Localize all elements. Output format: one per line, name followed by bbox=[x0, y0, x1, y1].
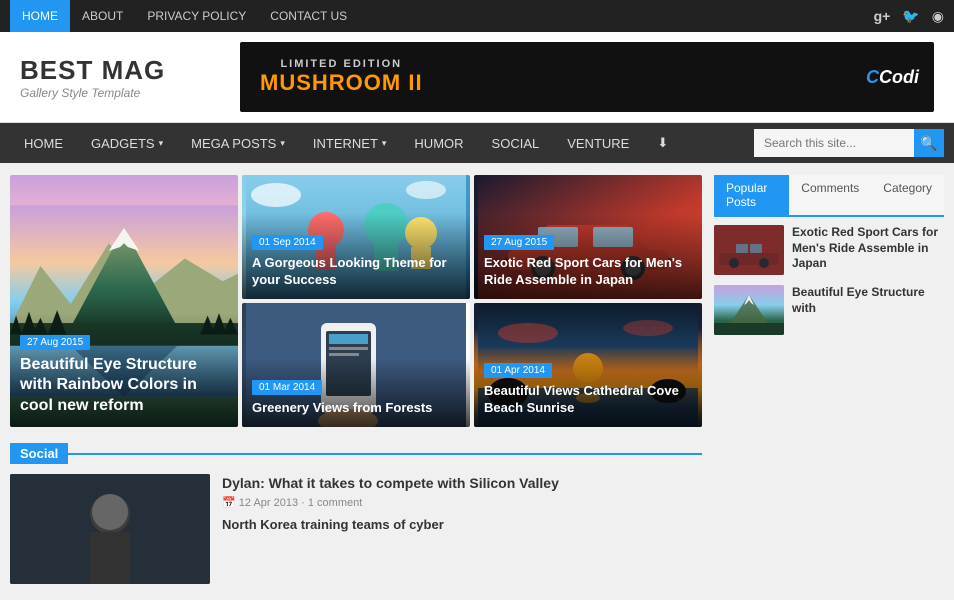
nav-download[interactable]: ⬇ bbox=[643, 123, 682, 163]
mega-posts-dropdown-arrow: ▾ bbox=[280, 138, 285, 149]
banner-line1: LIMITED EDITION bbox=[260, 58, 423, 70]
top-nav-social:  g+ 🐦 ◉ bbox=[862, 8, 944, 25]
site-header: BEST MAG Gallery Style Template LIMITED … bbox=[0, 32, 954, 123]
social-section-label: Social bbox=[10, 443, 68, 464]
featured-post-toys[interactable]: 01 Sep 2014 A Gorgeous Looking Theme for… bbox=[242, 175, 470, 299]
sidebar-post-1-title: Exotic Red Sport Cars for Men's Ride Ass… bbox=[792, 225, 944, 272]
top-nav-contact[interactable]: CONTACT US bbox=[258, 0, 359, 32]
social-post-list: Dylan: What it takes to compete with Sil… bbox=[222, 474, 702, 584]
beach-post-overlay: 01 Apr 2014 Beautiful Views Cathedral Co… bbox=[474, 341, 702, 427]
sidebar-post-2-thumb bbox=[714, 285, 784, 335]
top-nav-home[interactable]: HOME bbox=[10, 0, 70, 32]
social-post-1-title[interactable]: Dylan: What it takes to compete with Sil… bbox=[222, 474, 702, 492]
tab-comments[interactable]: Comments bbox=[789, 175, 871, 215]
top-nav-links: HOME ABOUT PRIVACY POLICY CONTACT US bbox=[10, 0, 359, 32]
gadgets-dropdown-arrow: ▾ bbox=[159, 138, 164, 149]
googleplus-icon[interactable]: g+ bbox=[874, 8, 891, 24]
top-nav-about[interactable]: ABOUT bbox=[70, 0, 135, 32]
nav-menu: HOME GADGETS ▾ MEGA POSTS ▾ INTERNET ▾ H… bbox=[10, 123, 754, 163]
search-input[interactable] bbox=[754, 129, 914, 157]
top-navigation: HOME ABOUT PRIVACY POLICY CONTACT US  g… bbox=[0, 0, 954, 32]
nav-venture[interactable]: VENTURE bbox=[553, 123, 643, 163]
sidebar: Popular Posts Comments Category Exotic R… bbox=[714, 175, 944, 584]
toys-post-title: A Gorgeous Looking Theme for your Succes… bbox=[252, 255, 460, 289]
phone-post-overlay: 01 Mar 2014 Greenery Views from Forests bbox=[242, 358, 470, 427]
beach-post-date: 01 Apr 2014 bbox=[484, 363, 552, 378]
tab-category[interactable]: Category bbox=[871, 175, 944, 215]
featured-grid: 27 Aug 2015 Beautiful Eye Structure with… bbox=[10, 175, 702, 427]
site-title: BEST MAG bbox=[20, 55, 220, 86]
toys-post-date: 01 Sep 2014 bbox=[252, 235, 323, 250]
rss-icon[interactable]: ◉ bbox=[932, 8, 944, 25]
sidebar-tab-bar: Popular Posts Comments Category bbox=[714, 175, 944, 217]
beach-post-title: Beautiful Views Cathedral Cove Beach Sun… bbox=[484, 383, 692, 417]
featured-main-post[interactable]: 27 Aug 2015 Beautiful Eye Structure with… bbox=[10, 175, 238, 427]
nav-home[interactable]: HOME bbox=[10, 123, 77, 163]
toys-post-overlay: 01 Sep 2014 A Gorgeous Looking Theme for… bbox=[242, 213, 470, 299]
main-post-overlay: 27 Aug 2015 Beautiful Eye Structure with… bbox=[10, 313, 238, 427]
site-branding: BEST MAG Gallery Style Template bbox=[20, 55, 220, 100]
sidebar-post-1-thumb bbox=[714, 225, 784, 275]
site-subtitle: Gallery Style Template bbox=[20, 86, 220, 100]
sidebar-post-2-title: Beautiful Eye Structure with bbox=[792, 285, 944, 316]
nav-social[interactable]: SOCIAL bbox=[478, 123, 554, 163]
main-navigation: HOME GADGETS ▾ MEGA POSTS ▾ INTERNET ▾ H… bbox=[0, 123, 954, 163]
internet-dropdown-arrow: ▾ bbox=[382, 138, 387, 149]
car-post-date: 27 Aug 2015 bbox=[484, 235, 554, 250]
nav-internet[interactable]: INTERNET ▾ bbox=[299, 123, 401, 163]
featured-post-car[interactable]: 27 Aug 2015 Exotic Red Sport Cars for Me… bbox=[474, 175, 702, 299]
search-form: 🔍 bbox=[754, 129, 944, 157]
sidebar-popular-post-2[interactable]: Beautiful Eye Structure with bbox=[714, 285, 944, 335]
banner-product-name: MUSHROOM II bbox=[260, 70, 423, 96]
content-area: 27 Aug 2015 Beautiful Eye Structure with… bbox=[0, 163, 954, 596]
car-post-title: Exotic Red Sport Cars for Men's Ride Ass… bbox=[484, 255, 692, 289]
car-post-overlay: 27 Aug 2015 Exotic Red Sport Cars for Me… bbox=[474, 213, 702, 299]
section-divider bbox=[68, 453, 702, 455]
social-posts-container: Dylan: What it takes to compete with Sil… bbox=[10, 474, 702, 584]
social-section-header: Social bbox=[10, 443, 702, 464]
social-post-2-title[interactable]: North Korea training teams of cyber bbox=[222, 517, 702, 532]
featured-post-phone[interactable]: 01 Mar 2014 Greenery Views from Forests bbox=[242, 303, 470, 427]
featured-post-beach[interactable]: 01 Apr 2014 Beautiful Views Cathedral Co… bbox=[474, 303, 702, 427]
phone-post-title: Greenery Views from Forests bbox=[252, 400, 460, 417]
twitter-icon[interactable]: 🐦 bbox=[902, 8, 919, 25]
main-post-title: Beautiful Eye Structure with Rainbow Col… bbox=[20, 355, 228, 417]
nav-humor[interactable]: HUMOR bbox=[400, 123, 477, 163]
main-post-date: 27 Aug 2015 bbox=[20, 335, 90, 350]
banner-logo: CCodi bbox=[866, 67, 934, 88]
top-nav-privacy[interactable]: PRIVACY POLICY bbox=[135, 0, 258, 32]
tab-popular-posts[interactable]: Popular Posts bbox=[714, 175, 789, 215]
social-section: Social Dylan: What it takes bbox=[10, 443, 702, 584]
search-button[interactable]: 🔍 bbox=[914, 129, 944, 157]
nav-gadgets[interactable]: GADGETS ▾ bbox=[77, 123, 177, 163]
social-post-1-meta: 📅 12 Apr 2013 · 1 comment bbox=[222, 496, 702, 509]
sidebar-popular-post-1[interactable]: Exotic Red Sport Cars for Men's Ride Ass… bbox=[714, 225, 944, 275]
phone-post-date: 01 Mar 2014 bbox=[252, 380, 322, 395]
nav-mega-posts[interactable]: MEGA POSTS ▾ bbox=[177, 123, 299, 163]
social-featured-image bbox=[10, 474, 210, 584]
banner-content: LIMITED EDITION MUSHROOM II bbox=[240, 58, 423, 96]
main-content: 27 Aug 2015 Beautiful Eye Structure with… bbox=[10, 175, 702, 584]
banner-advertisement[interactable]: LIMITED EDITION MUSHROOM II CCodi bbox=[240, 42, 934, 112]
